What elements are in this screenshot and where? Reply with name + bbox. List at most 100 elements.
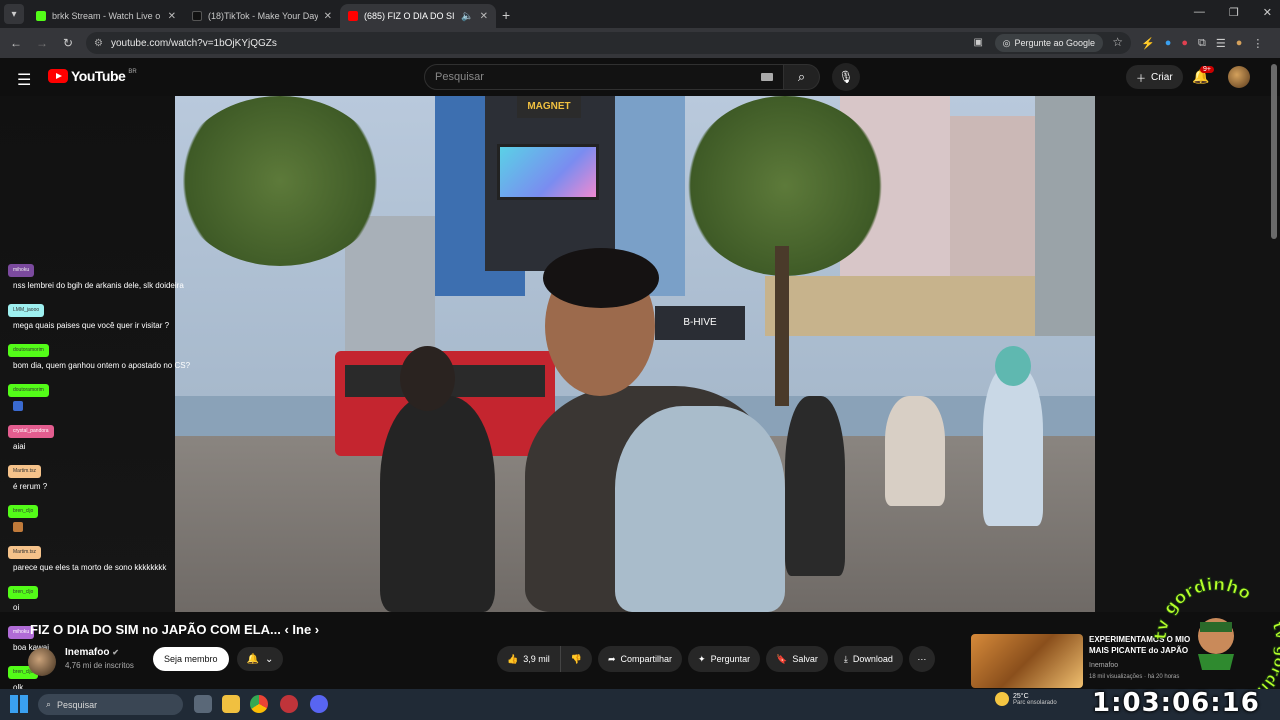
screen: ▾ brkk Stream - Watch Live o ✕ (18)TikTo… [0,0,1280,720]
site-info-icon[interactable]: ⚙ [94,38,103,49]
billboard-screen [497,144,599,200]
join-button[interactable]: Seja membro [153,647,229,671]
hoodie-sleeve [615,406,785,612]
taskbar-search-input[interactable]: ⌕ Pesquisar [38,694,183,715]
kebab-menu-icon[interactable]: ⋮ [1252,37,1263,50]
new-tab-button[interactable]: + [502,7,510,23]
extension-icon[interactable]: ⚡ [1141,37,1155,50]
subscription-bell-button[interactable]: 🔔 ⌄ [237,647,283,671]
windows-start-icon[interactable] [10,695,28,713]
back-icon[interactable]: ← [8,36,24,50]
search-icon: ⌕ [46,699,52,709]
youtube-logo[interactable]: YouTube BR [48,68,137,84]
close-icon[interactable]: ✕ [168,11,176,22]
reading-list-icon[interactable]: ☰ [1216,37,1226,50]
tab-youtube[interactable]: (685) FIZ O DIA DO SIM no 🔈 ✕ [340,4,496,28]
emote-icon [13,522,23,532]
bookmark-star-icon[interactable]: ☆ [1112,35,1123,49]
tab-search-button[interactable]: ▾ [4,4,24,24]
profile-icon[interactable]: ● [1236,37,1243,50]
discord-icon[interactable] [310,695,328,713]
video-actions: 👍 3,9 mil 👎 ➦ Compartilhar ✦ Perguntar 🔖… [497,646,935,672]
chat-message: crystal_pandora aiai [8,419,193,451]
save-button[interactable]: 🔖 Salvar [766,646,828,672]
share-icon: ➦ [607,653,616,664]
partly-sunny-icon [995,692,1009,706]
chat-message: mihoku nss lembrei do bgih de arkanis de… [8,258,193,290]
chat-message: bren_cljo [8,499,193,532]
download-button[interactable]: ⤓ Download [833,646,903,672]
thumbs-down-icon: 👎 [570,653,582,664]
reload-icon[interactable]: ↻ [60,36,76,50]
chat-message: LMM_jaooo mega quais paises que você que… [8,298,193,330]
task-view-icon[interactable] [194,695,212,713]
store-sign: MAGNET [517,96,581,118]
chat-username: Martim.tsz [8,465,42,478]
search-input[interactable]: Pesquisar [424,64,784,90]
pedestrian-head [995,346,1031,386]
tab-kick[interactable]: brkk Stream - Watch Live o ✕ [28,4,184,28]
file-explorer-icon[interactable] [222,695,240,713]
ask-google-button[interactable]: ◎ Pergunte ao Google [994,34,1103,52]
tree-trunk [775,246,789,406]
more-horizontal-icon: ⋯ [917,653,927,664]
emote-icon [13,401,23,411]
url-text: youtube.com/watch?v=1bOjKYjQGZs [110,37,277,49]
tree [175,96,385,266]
pedestrian [983,366,1043,526]
microphone-icon: 🎙 [838,70,854,84]
subscriber-count: 4,76 mi de inscritos [65,661,134,670]
chat-username: crystal_pandora [8,425,54,438]
chevron-down-icon: ⌄ [265,653,274,665]
dislike-button[interactable]: 👎 [559,646,592,672]
channel-avatar[interactable] [28,648,56,676]
youtube-icon [348,11,358,21]
recommended-thumbnail[interactable] [971,634,1083,688]
extension-icon[interactable]: ● [1181,37,1188,50]
download-icon: ⤓ [843,653,848,664]
keyboard-icon[interactable] [761,73,773,81]
page-scrollbar[interactable] [1271,64,1277,239]
pedestrian-head [400,346,455,411]
forward-icon[interactable]: → [34,36,50,50]
search-button[interactable]: ⌕ [784,64,820,90]
chat-text: parece que eles ta morto de sono kkkkkkk… [13,563,167,572]
chat-username: bren_cljo [8,586,39,599]
hamburger-menu-icon[interactable]: ☰ [17,70,31,90]
like-button[interactable]: 👍 3,9 mil [497,646,560,672]
url-field[interactable]: ⚙ youtube.com/watch?v=1bOjKYjQGZs ▣ ◎ Pe… [86,32,1131,54]
channel-name-text: Inemafoo [65,647,110,658]
restore-icon[interactable]: ❐ [1229,6,1239,19]
recommended-channel[interactable]: Inemafoo [1089,662,1118,669]
tab-title: (18)TikTok - Make Your Day [208,11,318,21]
chat-text: é rerum ? [13,482,48,491]
speaker-icon[interactable]: 🔈 [461,11,473,22]
address-bar-row: ← → ↻ ⚙ youtube.com/watch?v=1bOjKYjQGZs … [0,28,1280,58]
building [1035,96,1095,336]
account-avatar[interactable] [1228,66,1250,88]
close-icon[interactable]: ✕ [324,11,332,22]
chat-username: bren_cljo [8,505,39,518]
ask-button[interactable]: ✦ Perguntar [688,646,761,672]
close-window-icon[interactable]: ✕ [1263,6,1272,19]
extension-icon[interactable]: ● [1165,37,1172,50]
tab-tiktok[interactable]: (18)TikTok - Make Your Day ✕ [184,4,340,28]
minimize-icon[interactable]: — [1194,6,1205,19]
close-icon[interactable]: ✕ [480,11,488,22]
voice-search-button[interactable]: 🎙 [832,63,860,91]
cast-icon[interactable]: ▣ [974,37,983,48]
share-button[interactable]: ➦ Compartilhar [597,646,683,672]
create-button[interactable]: ＋ Criar [1126,65,1183,89]
create-label: Criar [1151,71,1173,83]
notification-badge: 9+ [1200,66,1214,73]
app-icon[interactable] [280,695,298,713]
chat-text: nss lembrei do bgih de arkanis dele, slk… [13,281,184,290]
puzzle-icon[interactable]: ⧉ [1198,37,1206,50]
video-title: FIZ O DIA DO SIM no JAPÃO COM ELA... ‹ I… [30,622,320,637]
more-actions-button[interactable]: ⋯ [908,646,935,672]
weather-widget[interactable]: 25°C Parc ensolarado [995,692,1057,706]
chrome-icon[interactable] [250,695,268,713]
channel-name[interactable]: Inemafoo ✔ [65,647,119,658]
plus-icon: ＋ [1136,73,1146,85]
video-player[interactable]: MAGNET B-HIVE [175,96,1095,612]
